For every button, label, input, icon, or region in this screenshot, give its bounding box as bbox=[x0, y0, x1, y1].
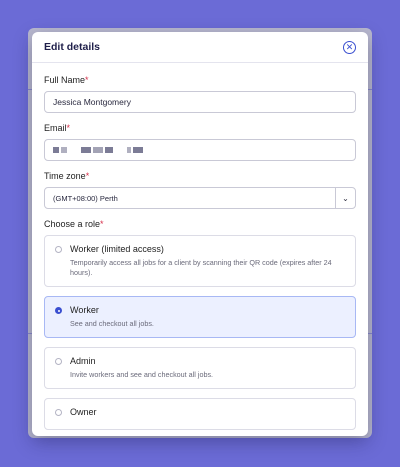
email-field: Email* bbox=[44, 123, 356, 161]
role-option-description: See and checkout all jobs. bbox=[70, 319, 154, 328]
role-option-title: Admin bbox=[70, 356, 96, 366]
time-zone-field: Time zone* (GMT+08:00) Perth ⌄ bbox=[44, 171, 356, 209]
radio-button-checked[interactable] bbox=[55, 307, 62, 314]
full-name-value: Jessica Montgomery bbox=[53, 97, 131, 107]
role-option-admin[interactable]: Admin Invite workers and see and checkou… bbox=[44, 347, 356, 389]
redacted-email-value bbox=[53, 147, 143, 153]
email-input[interactable] bbox=[44, 139, 356, 161]
modal-header: Edit details ✕ bbox=[32, 32, 368, 63]
full-name-label: Full Name* bbox=[44, 75, 89, 85]
role-option-description: Temporarily access all jobs for a client… bbox=[70, 258, 332, 277]
full-name-field: Full Name* Jessica Montgomery bbox=[44, 75, 356, 113]
role-option-title: Worker (limited access) bbox=[70, 244, 164, 254]
role-field: Choose a role* Worker (limited access) T… bbox=[44, 219, 356, 430]
close-icon: ✕ bbox=[345, 41, 354, 52]
close-button[interactable]: ✕ bbox=[343, 40, 356, 54]
role-option-description: Invite workers and see and checkout all … bbox=[70, 370, 214, 379]
radio-button[interactable] bbox=[55, 409, 62, 416]
time-zone-label: Time zone* bbox=[44, 171, 90, 181]
chevron-down-icon[interactable]: ⌄ bbox=[335, 188, 355, 208]
time-zone-select[interactable]: (GMT+08:00) Perth ⌄ bbox=[44, 187, 356, 209]
modal-body: Full Name* Jessica Montgomery Email* Tim… bbox=[32, 63, 368, 430]
email-label: Email* bbox=[44, 123, 71, 133]
time-zone-value: (GMT+08:00) Perth bbox=[53, 193, 118, 203]
role-option-title: Worker bbox=[70, 305, 99, 315]
edit-details-modal: Edit details ✕ Full Name* Jessica Montgo… bbox=[32, 32, 368, 436]
radio-button[interactable] bbox=[55, 358, 62, 365]
role-option-title: Owner bbox=[70, 407, 97, 417]
radio-button[interactable] bbox=[55, 246, 62, 253]
role-option-worker[interactable]: Worker See and checkout all jobs. bbox=[44, 296, 356, 338]
role-label: Choose a role* bbox=[44, 219, 104, 229]
role-option-worker-limited[interactable]: Worker (limited access) Temporarily acce… bbox=[44, 235, 356, 287]
modal-title: Edit details bbox=[44, 41, 101, 53]
full-name-input[interactable]: Jessica Montgomery bbox=[44, 91, 356, 113]
role-option-owner[interactable]: Owner bbox=[44, 398, 356, 430]
